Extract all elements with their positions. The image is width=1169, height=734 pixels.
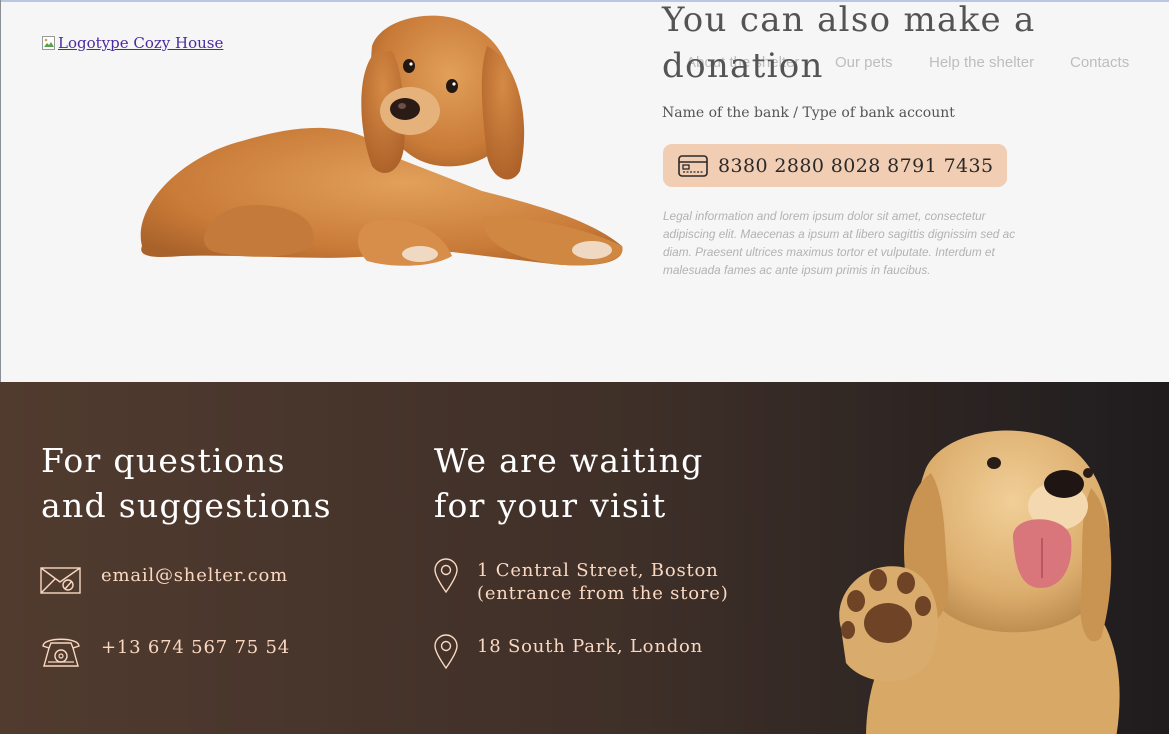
envelope-icon [40, 567, 81, 594]
bank-label: Name of the bank / Type of bank account [662, 105, 955, 121]
visit-heading-line2: for your visit [434, 486, 667, 525]
email-address: email@shelter.com [101, 565, 289, 586]
puppy-waving-image [839, 430, 1120, 734]
account-number-box[interactable]: 8380 2880 8028 8791 7435 [663, 144, 1007, 187]
address-boston-line2: (entrance from the store) [477, 583, 729, 604]
phone-contact[interactable]: +13 674 567 75 54 [40, 634, 290, 668]
credit-card-icon [678, 154, 708, 177]
phone-number: +13 674 567 75 54 [101, 637, 290, 658]
contacts-section: For questions and suggestions email@shel… [0, 382, 1169, 734]
donation-section: Logotype Cozy House About the shelter Ou… [0, 0, 1169, 382]
donation-title: You can also make a donation [662, 0, 1036, 86]
questions-heading-line1: For questions [41, 441, 286, 480]
visit-heading: We are waiting for your visit [434, 438, 704, 528]
visit-heading-line1: We are waiting [434, 441, 704, 480]
map-pin-icon [434, 634, 458, 670]
address-boston-line1: 1 Central Street, Boston [477, 560, 719, 581]
questions-heading-line2: and suggestions [41, 486, 332, 525]
telephone-icon [42, 638, 80, 667]
legal-information: Legal information and lorem ipsum dolor … [663, 209, 1016, 277]
address-boston[interactable]: 1 Central Street, Boston (entrance from … [433, 558, 729, 605]
puppy-lying-image [140, 15, 623, 266]
questions-heading: For questions and suggestions [41, 438, 332, 528]
broken-image-icon [42, 36, 55, 50]
map-pin-icon [434, 558, 458, 594]
address-boston-text: 1 Central Street, Boston (entrance from … [477, 559, 729, 605]
email-contact[interactable]: email@shelter.com [40, 564, 288, 598]
address-london[interactable]: 18 South Park, London [433, 634, 703, 670]
address-london-text: 18 South Park, London [477, 636, 704, 657]
account-number: 8380 2880 8028 8791 7435 [718, 154, 994, 177]
